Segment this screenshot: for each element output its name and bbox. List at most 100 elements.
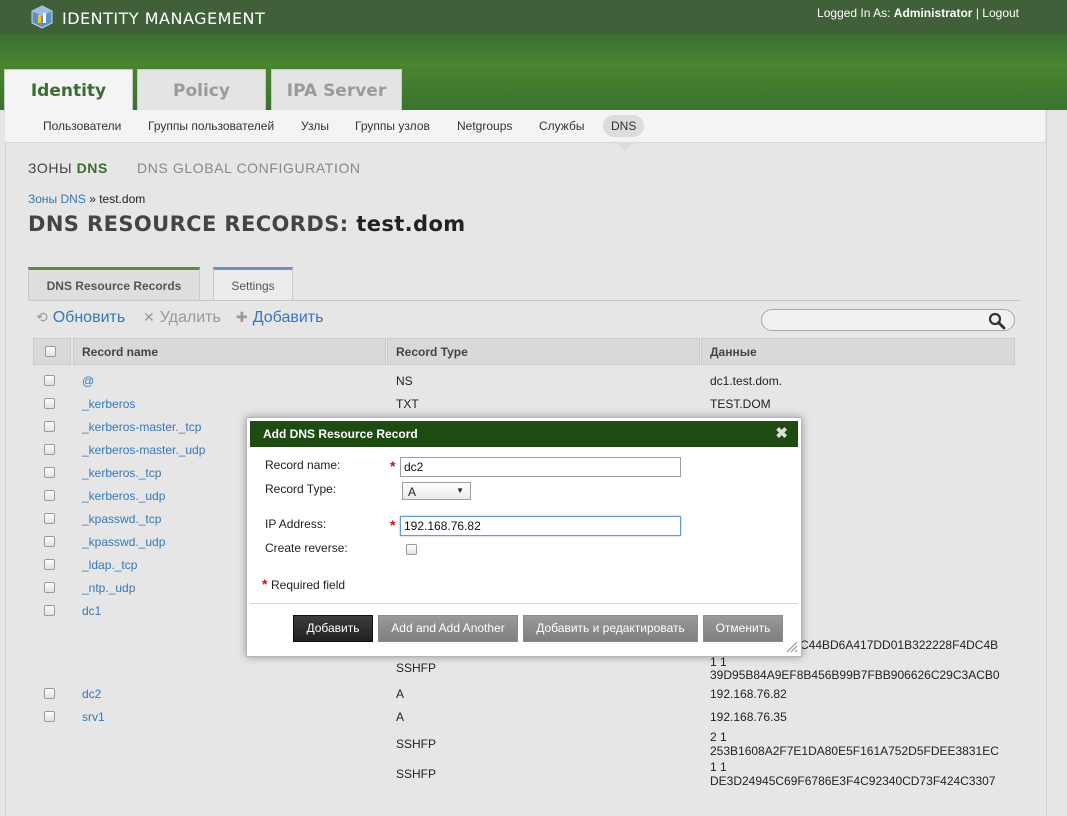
record-name-link[interactable]: dc1 [82, 604, 101, 618]
refresh-button[interactable]: ⟲ Обновить [36, 309, 125, 327]
record-data: 253B1608A2F7E1DA80E5F161A752D5FDEE3831EC [710, 744, 999, 758]
ip-address-input[interactable] [400, 516, 681, 536]
facet-dns-zones[interactable]: ЗОНЫ DNS [28, 160, 108, 176]
breadcrumb-zones-link[interactable]: Зоны DNS [28, 192, 86, 206]
column-header-data[interactable]: Данные [701, 338, 1015, 365]
record-data: 192.168.76.35 [710, 710, 787, 724]
column-header-record-name[interactable]: Record name [73, 338, 386, 365]
select-all-checkbox[interactable] [45, 346, 56, 357]
row-checkbox[interactable] [44, 536, 55, 547]
record-name-link[interactable]: _kerberos._tcp [82, 466, 161, 480]
record-data: 39D95B84A9EF8B456B99B7FBB906626C29C3ACB0 [710, 668, 1000, 682]
row-checkbox[interactable] [44, 688, 55, 699]
close-icon[interactable]: ✖ [775, 421, 788, 447]
delete-button[interactable]: ✕ Удалить [143, 309, 221, 327]
row-checkbox[interactable] [44, 490, 55, 501]
chevron-down-icon: ▼ [456, 486, 464, 495]
record-data: 2 1 [710, 730, 727, 744]
add-button[interactable]: ✚ Добавить [236, 309, 323, 327]
record-name-link[interactable]: _ldap._tcp [82, 558, 137, 572]
row-checkbox[interactable] [44, 467, 55, 478]
record-name-link[interactable]: _kerberos [82, 397, 135, 411]
search-box [761, 309, 1015, 331]
subnav-host-groups[interactable]: Группы узлов [355, 119, 430, 133]
subnav-services[interactable]: Службы [539, 119, 584, 133]
subnav-dns[interactable]: DNS [603, 115, 645, 137]
dialog-title-bar: Add DNS Resource Record ✖ [250, 421, 798, 447]
subnav-users[interactable]: Пользователи [43, 119, 121, 133]
breadcrumb-separator: » [89, 192, 96, 206]
subnav-hosts[interactable]: Узлы [301, 119, 329, 133]
dialog-title: Add DNS Resource Record [263, 427, 418, 441]
breadcrumb-current: test.dom [99, 192, 146, 206]
record-name-link[interactable]: dc2 [82, 687, 101, 701]
record-data: C44BD6A417DD01B322228F4DC4B [800, 638, 999, 652]
tab-settings[interactable]: Settings [213, 267, 293, 301]
record-type: A [396, 687, 405, 701]
refresh-icon: ⟲ [36, 309, 48, 325]
record-type-select[interactable]: A ▼ [402, 482, 471, 500]
logout-link[interactable]: Logout [982, 6, 1019, 20]
record-name-link[interactable]: _ntp._udp [82, 581, 135, 595]
ipa-logo-icon [31, 5, 53, 29]
record-name-input[interactable] [400, 457, 681, 477]
tab-policy[interactable]: Policy [137, 69, 266, 110]
resize-grip-icon[interactable] [786, 641, 798, 653]
required-field-note: Required field [271, 578, 346, 592]
subnav-netgroups[interactable]: Netgroups [457, 119, 512, 133]
record-data: TEST.DOM [710, 397, 771, 411]
record-type-label: Record Type: [265, 482, 337, 496]
search-icon[interactable] [988, 312, 1006, 330]
record-type: SSHFP [396, 767, 437, 781]
logged-in-label: Logged In As: [817, 6, 891, 20]
sub-navigation: Пользователи Группы пользователей Узлы Г… [5, 110, 1045, 143]
dialog-add-button[interactable]: Добавить [293, 615, 373, 642]
create-reverse-checkbox[interactable] [406, 544, 417, 555]
tab-dns-resource-records[interactable]: DNS Resource Records [28, 267, 200, 301]
record-type: NS [396, 374, 413, 388]
search-input[interactable] [772, 313, 986, 329]
row-checkbox[interactable] [44, 375, 55, 386]
tab-identity[interactable]: Identity [4, 69, 133, 111]
page-title-zone: test.dom [356, 212, 466, 236]
row-checkbox[interactable] [44, 559, 55, 570]
record-name-label: Record name: [265, 458, 341, 472]
record-name-link[interactable]: _kpasswd._udp [82, 535, 165, 549]
subnav-user-groups[interactable]: Группы пользователей [148, 119, 274, 133]
row-checkbox[interactable] [44, 605, 55, 616]
cancel-button[interactable]: Отменить [703, 615, 783, 642]
row-checkbox[interactable] [44, 398, 55, 409]
record-data: dc1.test.dom. [710, 374, 783, 388]
row-checkbox[interactable] [44, 513, 55, 524]
record-name-link[interactable]: srv1 [82, 710, 105, 724]
required-mark: * [390, 517, 396, 533]
login-separator: | [975, 6, 979, 20]
record-name-link[interactable]: _kerberos-master._udp [82, 443, 205, 457]
record-type: SSHFP [396, 661, 437, 675]
record-name-link[interactable]: _kerberos-master._tcp [82, 420, 201, 434]
add-and-add-another-button[interactable]: Add and Add Another [378, 615, 518, 642]
record-type: SSHFP [396, 737, 437, 751]
record-name-link[interactable]: _kerberos._udp [82, 489, 165, 503]
delete-label: Удалить [159, 309, 221, 326]
add-dns-record-dialog: Add DNS Resource Record ✖ Record name: *… [246, 417, 802, 657]
row-checkbox[interactable] [44, 582, 55, 593]
record-data: 1 1 [710, 655, 727, 669]
active-subnav-pointer [616, 142, 634, 151]
facet-dns-global-config[interactable]: DNS GLOBAL CONFIGURATION [137, 160, 361, 176]
add-and-edit-button[interactable]: Добавить и редактировать [523, 615, 698, 642]
dialog-separator [250, 603, 798, 604]
record-data: DE3D24945C69F6786E3F4C92340CD73F424C3307 [710, 774, 996, 788]
create-reverse-label: Create reverse: [265, 541, 348, 555]
app-title: IDENTITY MANAGEMENT [62, 9, 266, 28]
column-header-record-type[interactable]: Record Type [387, 338, 700, 365]
row-checkbox[interactable] [44, 421, 55, 432]
record-type: A [396, 710, 405, 724]
tab-ipa-server[interactable]: IPA Server [271, 69, 402, 110]
row-checkbox[interactable] [44, 711, 55, 722]
login-info: Logged In As: Administrator | Logout [817, 6, 1019, 20]
row-checkbox[interactable] [44, 444, 55, 455]
record-type: TXT [396, 397, 419, 411]
record-name-link[interactable]: @ [82, 374, 94, 388]
record-name-link[interactable]: _kpasswd._tcp [82, 512, 161, 526]
